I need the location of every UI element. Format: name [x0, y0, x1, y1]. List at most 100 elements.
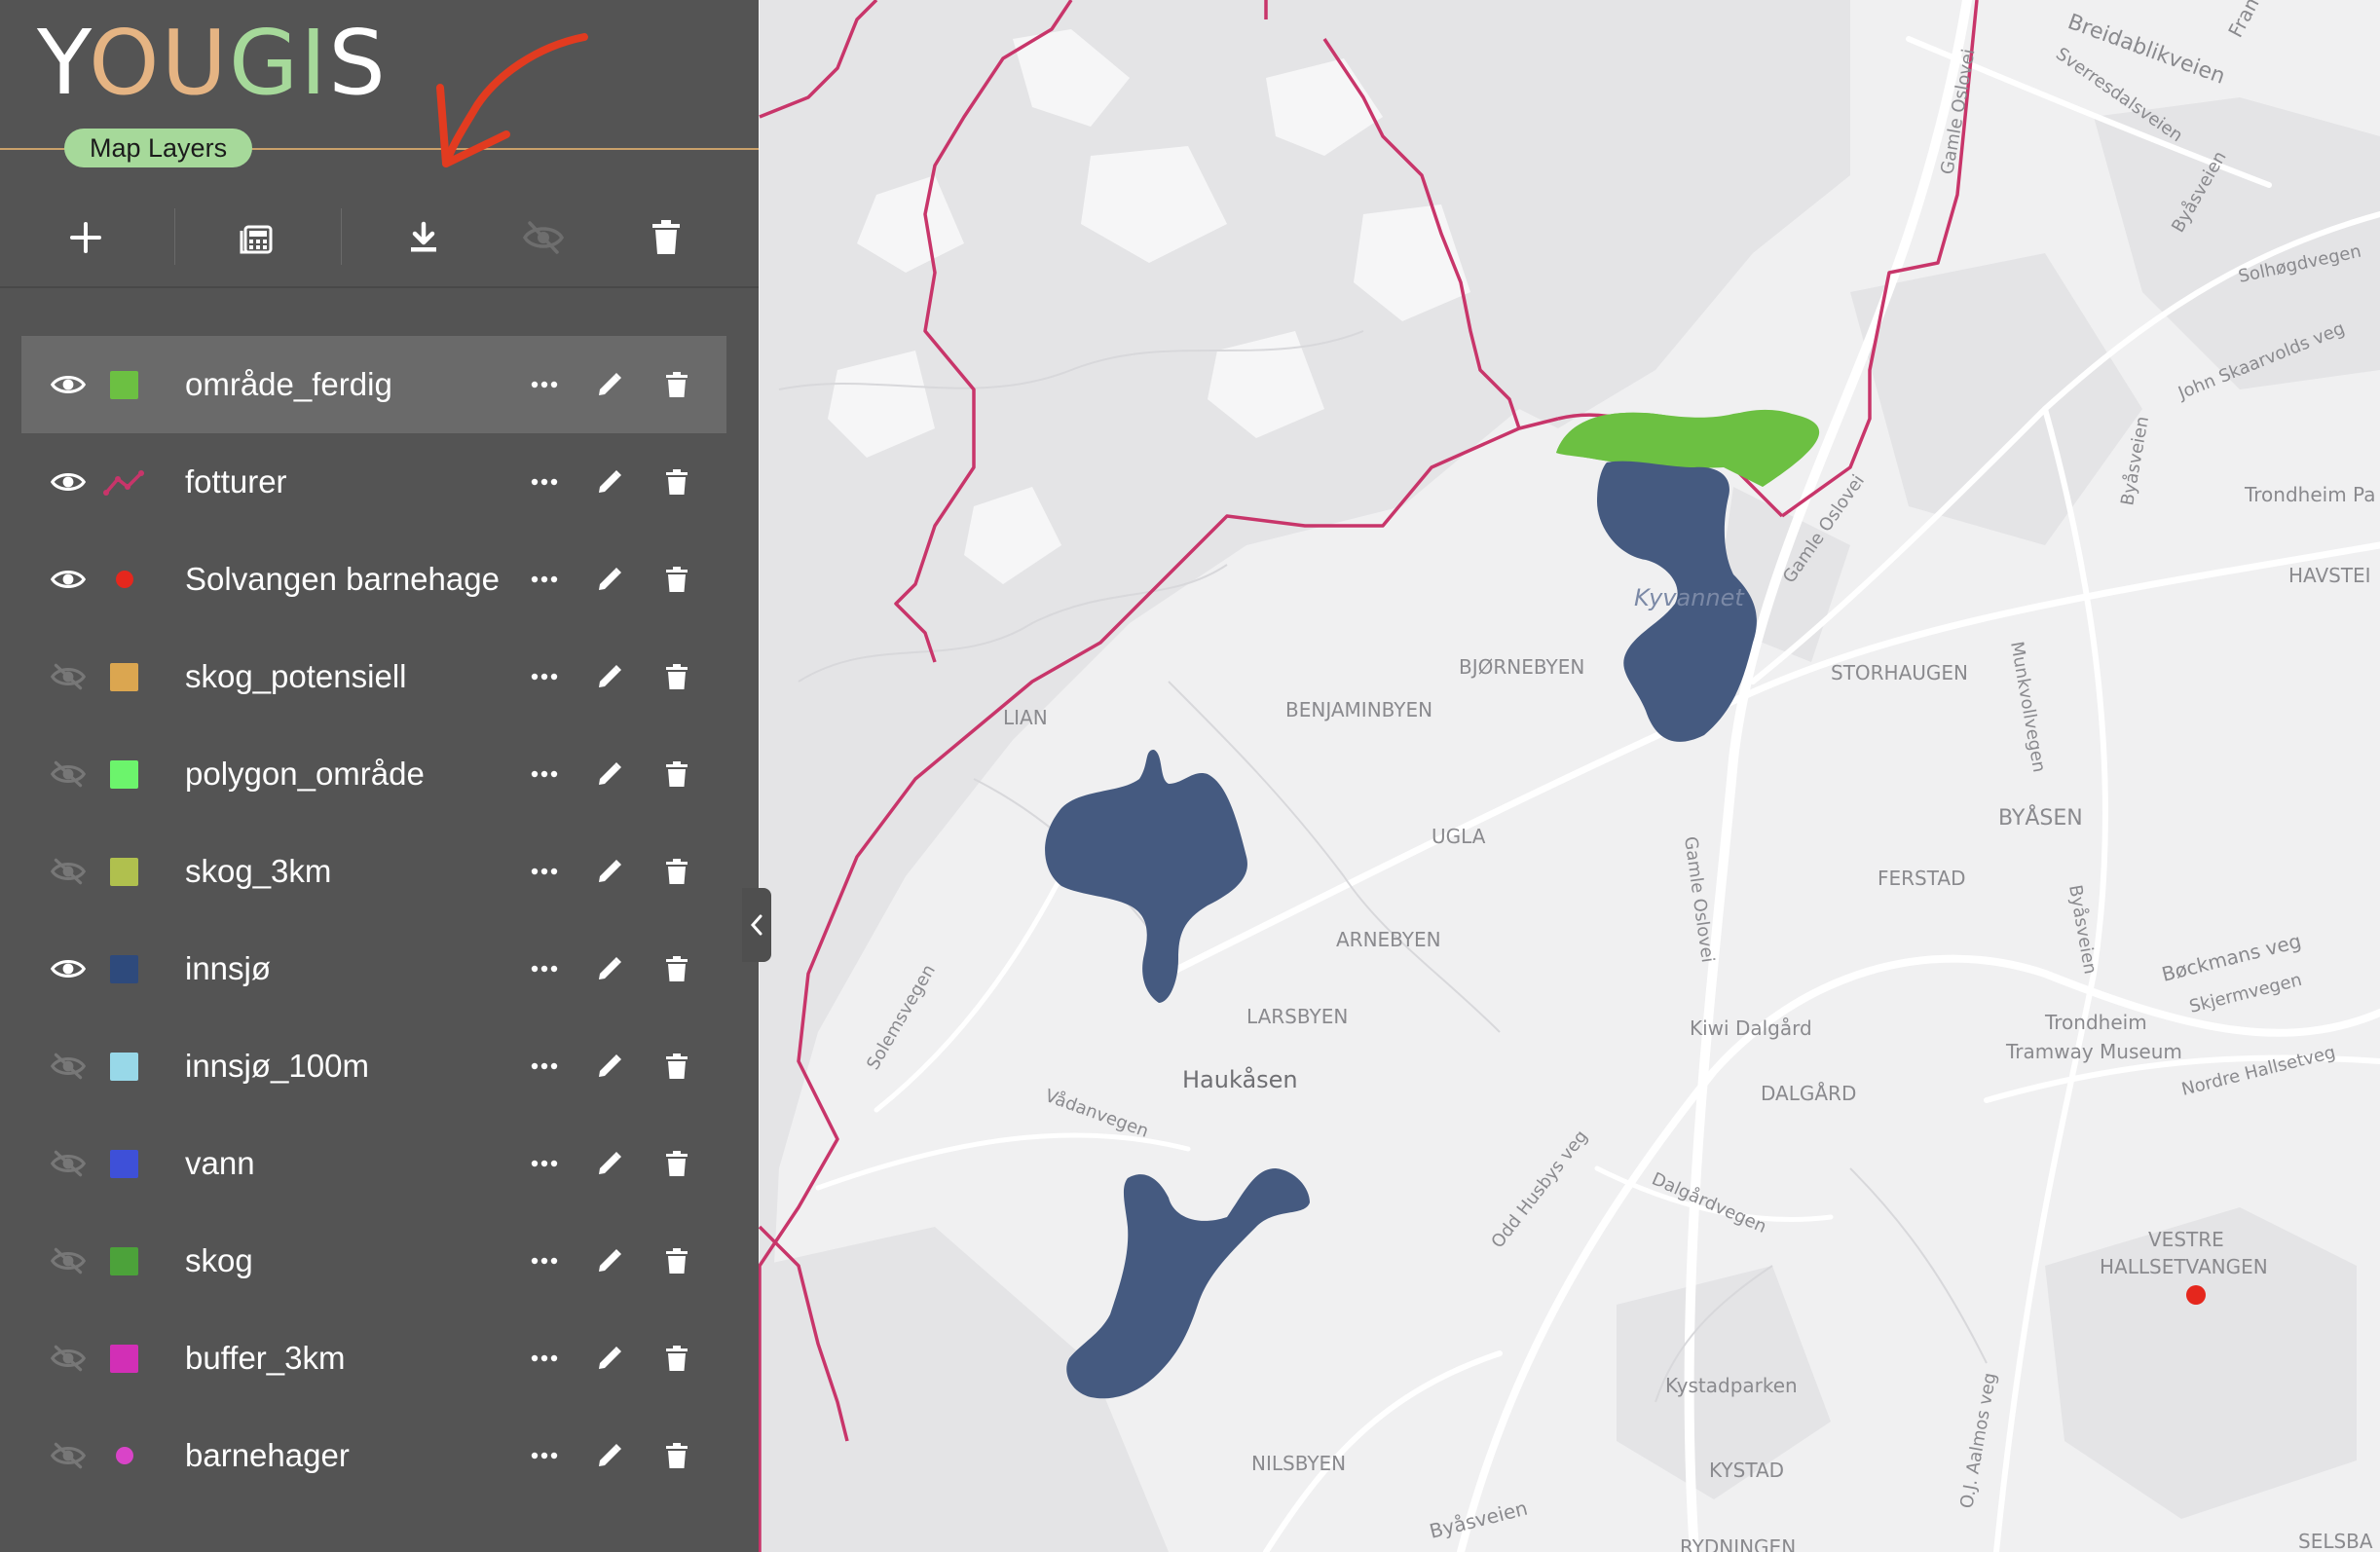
- map-label: UGLA: [1432, 825, 1486, 848]
- map-label: BYÅSEN: [1998, 804, 2083, 831]
- edit-layer-button[interactable]: [590, 1339, 629, 1378]
- calculator-button[interactable]: [227, 208, 285, 267]
- layer-row[interactable]: polygon_område: [21, 725, 726, 823]
- more-icon: [531, 770, 558, 778]
- eye-icon: [51, 960, 86, 978]
- map-label: VESTRE: [2148, 1228, 2224, 1251]
- eye-icon: [51, 571, 86, 588]
- map-label: LIAN: [1003, 706, 1048, 729]
- edit-layer-button[interactable]: [590, 852, 629, 891]
- more-options-button[interactable]: [525, 1047, 564, 1086]
- delete-layer-button[interactable]: [657, 1047, 696, 1086]
- more-icon: [531, 575, 558, 583]
- layer-row[interactable]: Solvangen barnehage: [21, 531, 726, 628]
- edit-layer-button[interactable]: [590, 1436, 629, 1475]
- edit-layer-button[interactable]: [590, 1047, 629, 1086]
- edit-layer-button[interactable]: [590, 755, 629, 794]
- map-label: Trondheim: [2044, 1011, 2147, 1034]
- delete-layer-button[interactable]: [657, 1241, 696, 1280]
- pencil-icon: [599, 1249, 621, 1272]
- delete-layer-button[interactable]: [657, 462, 696, 501]
- visibility-toggle[interactable]: [51, 1243, 86, 1278]
- layer-row[interactable]: fotturer: [21, 433, 726, 531]
- edit-layer-button[interactable]: [590, 462, 629, 501]
- more-options-button[interactable]: [525, 560, 564, 599]
- more-icon: [531, 868, 558, 875]
- visibility-toggle[interactable]: [51, 1049, 86, 1084]
- pencil-icon: [599, 1347, 621, 1369]
- visibility-toggle[interactable]: [51, 1146, 86, 1181]
- map-label: Tramway Museum: [2005, 1040, 2182, 1063]
- more-options-button[interactable]: [525, 1241, 564, 1280]
- logo-letter: I: [300, 11, 329, 115]
- layer-row[interactable]: vann: [21, 1115, 726, 1212]
- add-layer-button[interactable]: [56, 208, 115, 267]
- delete-layer-button[interactable]: [657, 949, 696, 988]
- more-options-button[interactable]: [525, 1436, 564, 1475]
- visibility-toggle[interactable]: [51, 659, 86, 694]
- edit-layer-button[interactable]: [590, 365, 629, 404]
- layer-row[interactable]: barnehager: [21, 1407, 726, 1504]
- layer-row[interactable]: innsjø: [21, 920, 726, 1017]
- tab-map-layers[interactable]: Map Layers: [64, 129, 253, 167]
- visibility-toggle[interactable]: [51, 562, 86, 597]
- delete-all-button[interactable]: [637, 208, 695, 267]
- more-options-button[interactable]: [525, 949, 564, 988]
- layer-name: skog_potensiell: [185, 658, 407, 694]
- delete-layer-button[interactable]: [657, 852, 696, 891]
- visibility-toggle[interactable]: [51, 951, 86, 986]
- trash-icon: [666, 1443, 688, 1468]
- map-point-solvangen-barnehage[interactable]: [2186, 1285, 2206, 1305]
- layer-row[interactable]: innsjø_100m: [21, 1017, 726, 1115]
- more-options-button[interactable]: [525, 1339, 564, 1378]
- more-options-button[interactable]: [525, 462, 564, 501]
- more-options-button[interactable]: [525, 755, 564, 794]
- layer-name: barnehager: [185, 1437, 350, 1473]
- layer-row[interactable]: skog_potensiell: [21, 628, 726, 725]
- edit-layer-button[interactable]: [590, 1144, 629, 1183]
- fill-symbol-swatch: [110, 663, 138, 691]
- map-label: ARNEBYEN: [1336, 928, 1441, 951]
- edit-layer-button[interactable]: [590, 560, 629, 599]
- delete-layer-button[interactable]: [657, 755, 696, 794]
- delete-layer-button[interactable]: [657, 1339, 696, 1378]
- map-label: LARSBYEN: [1246, 1005, 1348, 1028]
- map-label: RYDNINGEN: [1680, 1535, 1796, 1552]
- edit-layer-button[interactable]: [590, 949, 629, 988]
- more-options-button[interactable]: [525, 852, 564, 891]
- layer-row[interactable]: buffer_3km: [21, 1310, 726, 1407]
- logo-letter: O: [89, 11, 162, 115]
- delete-layer-button[interactable]: [657, 657, 696, 696]
- collapse-panel-button[interactable]: [742, 888, 771, 962]
- delete-layer-button[interactable]: [657, 1436, 696, 1475]
- plus-icon: [70, 222, 101, 253]
- more-options-button[interactable]: [525, 365, 564, 404]
- layer-row[interactable]: skog: [21, 1212, 726, 1310]
- delete-layer-button[interactable]: [657, 560, 696, 599]
- point-symbol-icon: [116, 1447, 133, 1464]
- layer-toolbar: [0, 189, 759, 288]
- delete-layer-button[interactable]: [657, 1144, 696, 1183]
- more-icon: [531, 1452, 558, 1460]
- layer-name: buffer_3km: [185, 1340, 346, 1376]
- visibility-toggle[interactable]: [51, 1438, 86, 1473]
- hide-all-button[interactable]: [514, 208, 573, 267]
- trash-icon: [666, 859, 688, 884]
- more-options-button[interactable]: [525, 1144, 564, 1183]
- delete-layer-button[interactable]: [657, 365, 696, 404]
- visibility-toggle[interactable]: [51, 464, 86, 499]
- edit-layer-button[interactable]: [590, 1241, 629, 1280]
- trash-icon: [666, 1151, 688, 1176]
- map-label: Haukåsen: [1182, 1065, 1298, 1093]
- layer-row[interactable]: område_ferdig: [21, 336, 726, 433]
- layer-row[interactable]: skog_3km: [21, 823, 726, 920]
- visibility-toggle[interactable]: [51, 854, 86, 889]
- edit-layer-button[interactable]: [590, 657, 629, 696]
- visibility-toggle[interactable]: [51, 367, 86, 402]
- visibility-toggle[interactable]: [51, 757, 86, 792]
- pencil-icon: [599, 1054, 621, 1077]
- visibility-toggle[interactable]: [51, 1341, 86, 1376]
- more-options-button[interactable]: [525, 657, 564, 696]
- map-label: Trondheim Pa: [2244, 483, 2375, 506]
- download-button[interactable]: [394, 208, 453, 267]
